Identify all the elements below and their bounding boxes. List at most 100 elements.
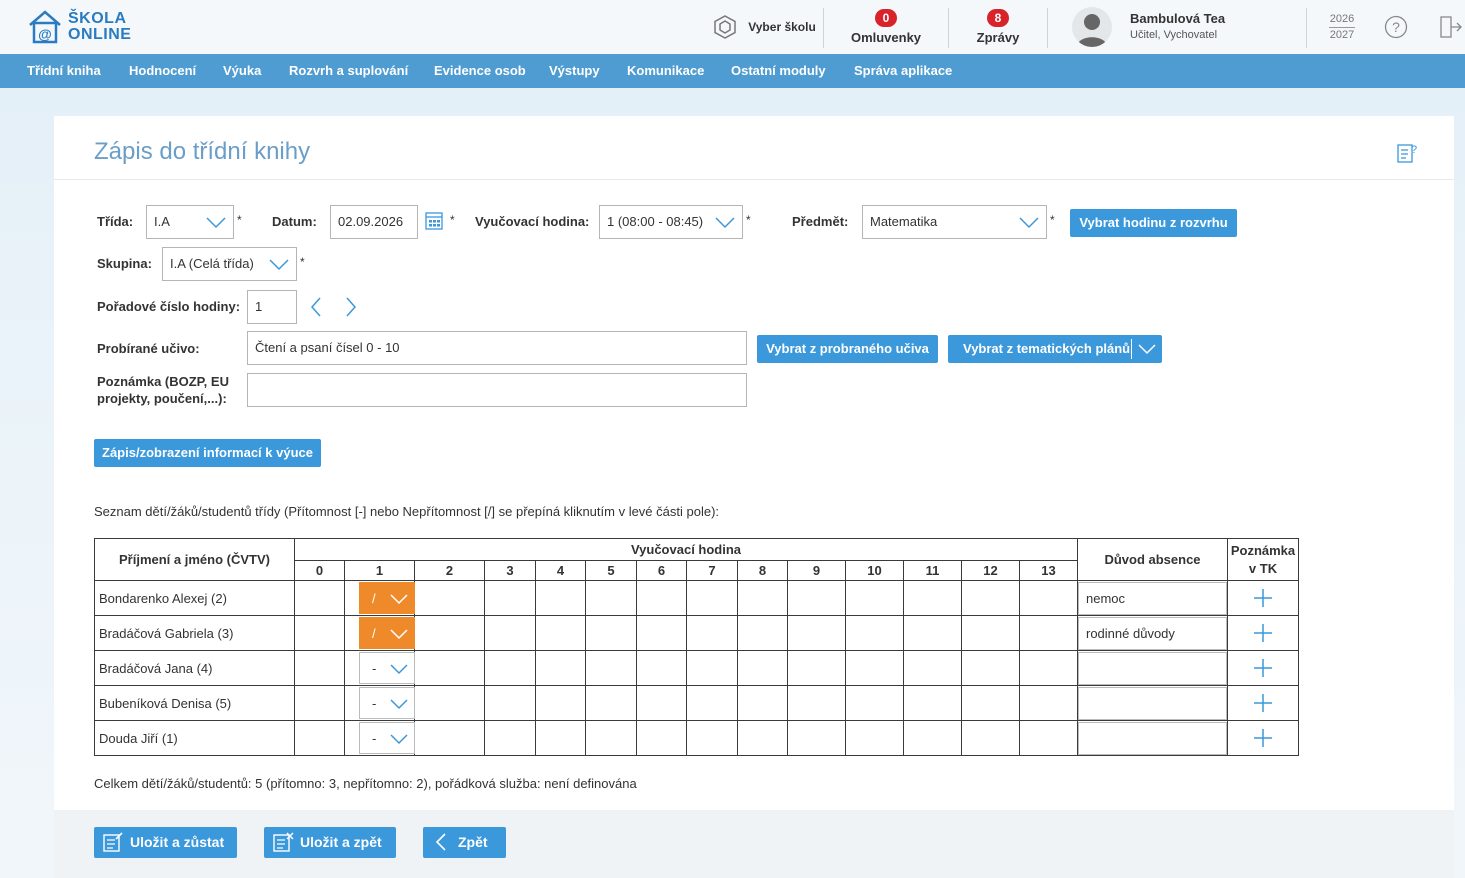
hour-cell[interactable]: [294, 720, 345, 756]
hour-cell[interactable]: [535, 615, 586, 651]
absence-reason-input[interactable]: [1078, 722, 1227, 755]
hour-cell[interactable]: [535, 685, 586, 721]
hour-cell[interactable]: [585, 720, 637, 756]
lesson-select[interactable]: 1 (08:00 - 08:45): [599, 205, 743, 239]
nav-item-grading[interactable]: Hodnocení: [129, 54, 196, 88]
chevron-right-icon[interactable]: [342, 295, 360, 319]
hour-cell[interactable]: [961, 720, 1020, 756]
attendance-select[interactable]: -: [359, 687, 415, 719]
add-note-icon[interactable]: [1253, 658, 1273, 678]
hour-cell[interactable]: [585, 615, 637, 651]
pick-from-plans-button[interactable]: Vybrat z tematických plánů: [948, 335, 1162, 363]
calendar-icon[interactable]: [425, 210, 443, 230]
nav-item-teaching[interactable]: Výuka: [223, 54, 261, 88]
school-year-switch[interactable]: 2026 2027: [1322, 0, 1362, 54]
chevron-down-icon[interactable]: [389, 661, 409, 677]
save-stay-button[interactable]: Uložit a zůstat: [94, 827, 237, 858]
hour-cell[interactable]: [961, 615, 1020, 651]
messages-button[interactable]: 8 Zprávy: [962, 0, 1034, 54]
hour-cell[interactable]: [294, 580, 345, 616]
chevron-down-icon[interactable]: [389, 626, 409, 642]
hour-cell[interactable]: [414, 685, 485, 721]
hour-cell[interactable]: [484, 720, 536, 756]
hour-cell[interactable]: [535, 650, 586, 686]
lesson-number-input[interactable]: 1: [247, 290, 297, 324]
hour-cell[interactable]: [961, 580, 1020, 616]
attendance-mark[interactable]: /: [372, 583, 376, 614]
hour-cell[interactable]: [1019, 720, 1078, 756]
nav-item-communication[interactable]: Komunikace: [627, 54, 704, 88]
hour-cell[interactable]: [737, 615, 788, 651]
user-menu[interactable]: Bambulová Tea Učitel, Vychovatel: [1072, 0, 1232, 54]
logo[interactable]: @ ŠKOLA ONLINE: [28, 10, 131, 44]
hour-cell[interactable]: [686, 650, 738, 686]
page-help-icon[interactable]: ?: [1396, 142, 1418, 164]
hour-cell[interactable]: [636, 580, 687, 616]
logout-button[interactable]: [1436, 0, 1464, 54]
hour-cell[interactable]: [845, 650, 904, 686]
hour-cell[interactable]: [686, 580, 738, 616]
hour-cell[interactable]: [961, 650, 1020, 686]
hour-cell[interactable]: [845, 580, 904, 616]
excuses-button[interactable]: 0 Omluvenky: [840, 0, 932, 54]
hour-cell[interactable]: [1019, 685, 1078, 721]
nav-item-schedule[interactable]: Rozvrh a suplování: [289, 54, 408, 88]
nav-item-people[interactable]: Evidence osob: [434, 54, 526, 88]
absence-reason-input[interactable]: nemoc: [1078, 582, 1227, 615]
hour-cell[interactable]: [686, 615, 738, 651]
hour-cell[interactable]: [484, 615, 536, 651]
attendance-mark[interactable]: -: [372, 723, 376, 754]
attendance-mark[interactable]: -: [372, 653, 376, 684]
chevron-down-icon[interactable]: [389, 591, 409, 607]
attendance-mark[interactable]: -: [372, 688, 376, 719]
absence-reason-input[interactable]: rodinné důvody: [1078, 617, 1227, 650]
add-note-icon[interactable]: [1253, 623, 1273, 643]
date-input[interactable]: 02.09.2026: [330, 205, 418, 239]
hour-cell[interactable]: [535, 720, 586, 756]
hour-cell[interactable]: [787, 580, 846, 616]
hour-cell[interactable]: [414, 720, 485, 756]
hour-cell[interactable]: [1019, 580, 1078, 616]
hour-cell[interactable]: [484, 580, 536, 616]
lesson-info-button[interactable]: Zápis/zobrazení informací k výuce: [94, 439, 321, 467]
hour-cell[interactable]: [294, 615, 345, 651]
help-button[interactable]: ?: [1382, 0, 1410, 54]
hour-cell[interactable]: [636, 650, 687, 686]
hour-cell[interactable]: [585, 685, 637, 721]
chevron-left-icon[interactable]: [307, 295, 325, 319]
chevron-down-icon[interactable]: [389, 696, 409, 712]
hour-cell[interactable]: [845, 720, 904, 756]
hour-cell[interactable]: [903, 650, 962, 686]
hour-cell[interactable]: [294, 650, 345, 686]
hour-cell[interactable]: [787, 720, 846, 756]
hour-cell[interactable]: [585, 650, 637, 686]
hour-cell[interactable]: [845, 685, 904, 721]
hour-cell[interactable]: [787, 615, 846, 651]
pick-from-schedule-button[interactable]: Vybrat hodinu z rozvrhu: [1070, 209, 1237, 237]
attendance-mark[interactable]: /: [372, 618, 376, 649]
hour-cell[interactable]: [845, 615, 904, 651]
hour-cell[interactable]: [414, 615, 485, 651]
hour-cell[interactable]: [737, 685, 788, 721]
pick-from-topics-button[interactable]: Vybrat z probraného učiva: [757, 335, 938, 363]
nav-item-app-admin[interactable]: Správa aplikace: [854, 54, 952, 88]
hour-cell[interactable]: [737, 720, 788, 756]
hour-cell[interactable]: [484, 650, 536, 686]
hour-cell[interactable]: [737, 580, 788, 616]
group-select[interactable]: I.A (Celá třída): [162, 247, 297, 281]
hour-cell[interactable]: [737, 650, 788, 686]
subject-select[interactable]: Matematika: [862, 205, 1047, 239]
hour-cell[interactable]: [636, 615, 687, 651]
chevron-down-icon[interactable]: [1137, 341, 1157, 357]
hour-cell[interactable]: [585, 580, 637, 616]
save-back-button[interactable]: Uložit a zpět: [264, 827, 396, 858]
absence-reason-input[interactable]: [1078, 687, 1227, 720]
hour-cell[interactable]: [686, 685, 738, 721]
hour-cell[interactable]: [1019, 650, 1078, 686]
hour-cell[interactable]: [903, 685, 962, 721]
back-button[interactable]: Zpět: [423, 827, 506, 858]
topic-input[interactable]: Čtení a psaní čísel 0 - 10: [247, 331, 747, 365]
class-select[interactable]: I.A: [146, 205, 234, 239]
hour-cell[interactable]: [1019, 615, 1078, 651]
attendance-select[interactable]: /: [359, 582, 415, 614]
